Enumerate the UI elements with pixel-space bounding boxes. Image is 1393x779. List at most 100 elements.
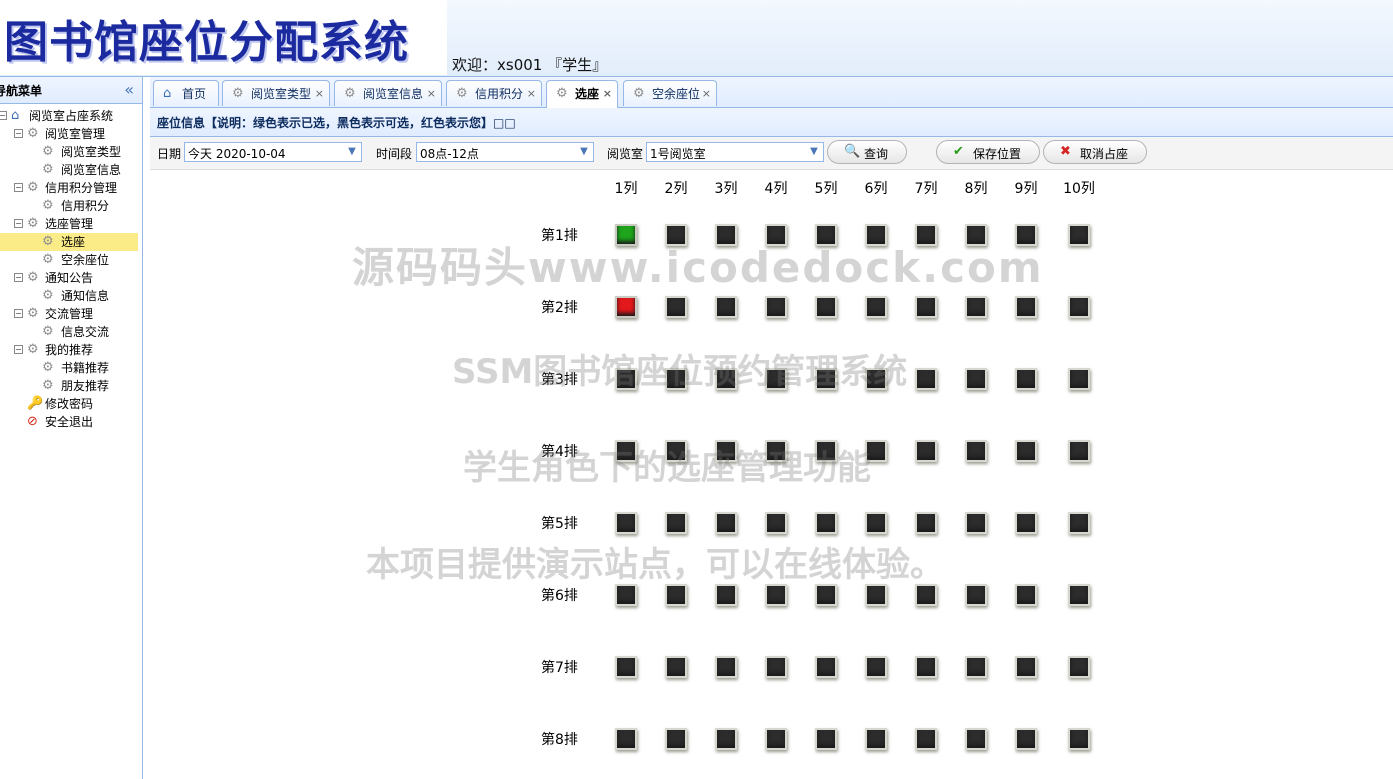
- seat-cell[interactable]: [965, 728, 987, 750]
- tab[interactable]: ⚙ 空余座位 ×: [623, 80, 717, 106]
- seat-cell[interactable]: [1015, 512, 1037, 534]
- seat-cell[interactable]: [765, 296, 787, 318]
- seat-cell[interactable]: [1068, 728, 1090, 750]
- seat-cell[interactable]: [765, 224, 787, 246]
- seat-cell[interactable]: [615, 512, 637, 534]
- seat-cell[interactable]: [615, 224, 637, 246]
- sidebar-item[interactable]: − ⚙ 我的推荐: [0, 341, 142, 359]
- sidebar-item[interactable]: ⚙ 朋友推荐: [0, 377, 142, 395]
- seat-cell[interactable]: [615, 656, 637, 678]
- seat-cell[interactable]: [615, 296, 637, 318]
- seat-cell[interactable]: [865, 584, 887, 606]
- sidebar-item[interactable]: ⚙ 信息交流: [0, 323, 142, 341]
- sidebar-item[interactable]: − ⚙ 信用积分管理: [0, 179, 142, 197]
- seat-cell[interactable]: [815, 296, 837, 318]
- sidebar-item[interactable]: ⚙ 阅览室类型: [0, 143, 142, 161]
- seat-cell[interactable]: [665, 512, 687, 534]
- seat-cell[interactable]: [815, 728, 837, 750]
- seat-cell[interactable]: [765, 728, 787, 750]
- seat-cell[interactable]: [865, 224, 887, 246]
- sidebar-item[interactable]: ⊘ 安全退出: [0, 413, 142, 431]
- seat-cell[interactable]: [915, 584, 937, 606]
- time-select[interactable]: 08点-12点 ▼: [416, 142, 594, 162]
- seat-cell[interactable]: [665, 584, 687, 606]
- tree-collapse-toggle[interactable]: −: [14, 309, 23, 318]
- seat-cell[interactable]: [815, 440, 837, 462]
- sidebar-item[interactable]: ⚙ 阅览室信息: [0, 161, 142, 179]
- cancel-seat-button[interactable]: ✖ 取消占座: [1043, 140, 1147, 164]
- seat-cell[interactable]: [1068, 656, 1090, 678]
- seat-cell[interactable]: [1015, 368, 1037, 390]
- seat-cell[interactable]: [1068, 368, 1090, 390]
- seat-cell[interactable]: [865, 512, 887, 534]
- seat-cell[interactable]: [865, 368, 887, 390]
- seat-cell[interactable]: [915, 296, 937, 318]
- seat-cell[interactable]: [715, 728, 737, 750]
- tab[interactable]: ⚙ 选座 ×: [546, 80, 618, 108]
- seat-cell[interactable]: [665, 656, 687, 678]
- seat-cell[interactable]: [815, 224, 837, 246]
- chevron-down-icon[interactable]: ▼: [575, 143, 593, 161]
- seat-cell[interactable]: [715, 368, 737, 390]
- seat-cell[interactable]: [615, 440, 637, 462]
- seat-cell[interactable]: [915, 224, 937, 246]
- tree-collapse-toggle[interactable]: −: [14, 345, 23, 354]
- seat-cell[interactable]: [965, 584, 987, 606]
- seat-cell[interactable]: [1068, 296, 1090, 318]
- seat-cell[interactable]: [665, 440, 687, 462]
- tab[interactable]: ⚙ 阅览室类型 ×: [222, 80, 330, 106]
- sidebar-item[interactable]: ⚙ 信用积分: [0, 197, 142, 215]
- seat-cell[interactable]: [815, 656, 837, 678]
- seat-cell[interactable]: [915, 728, 937, 750]
- seat-cell[interactable]: [665, 296, 687, 318]
- seat-cell[interactable]: [665, 368, 687, 390]
- seat-cell[interactable]: [1015, 296, 1037, 318]
- date-select[interactable]: 今天 2020-10-04 ▼: [184, 142, 362, 162]
- sidebar-item[interactable]: 🔑 修改密码: [0, 395, 142, 413]
- sidebar-item[interactable]: ⚙ 通知信息: [0, 287, 142, 305]
- seat-cell[interactable]: [1068, 512, 1090, 534]
- seat-cell[interactable]: [715, 224, 737, 246]
- sidebar-item[interactable]: − ⚙ 选座管理: [0, 215, 142, 233]
- seat-cell[interactable]: [615, 368, 637, 390]
- seat-cell[interactable]: [965, 512, 987, 534]
- seat-cell[interactable]: [865, 440, 887, 462]
- seat-cell[interactable]: [665, 224, 687, 246]
- seat-cell[interactable]: [1068, 440, 1090, 462]
- room-select[interactable]: 1号阅览室 ▼: [646, 142, 824, 162]
- seat-cell[interactable]: [1015, 440, 1037, 462]
- tab[interactable]: ⚙ 阅览室信息 ×: [334, 80, 442, 106]
- double-chevron-left-icon[interactable]: «: [124, 80, 134, 99]
- seat-cell[interactable]: [815, 584, 837, 606]
- chevron-down-icon[interactable]: ▼: [805, 143, 823, 161]
- sidebar-item[interactable]: ⚙ 空余座位: [0, 251, 142, 269]
- seat-cell[interactable]: [1015, 656, 1037, 678]
- search-button[interactable]: 🔍 查询: [827, 140, 907, 164]
- close-icon[interactable]: ×: [315, 81, 324, 107]
- seat-cell[interactable]: [765, 584, 787, 606]
- sidebar-item[interactable]: − ⚙ 阅览室管理: [0, 125, 142, 143]
- seat-cell[interactable]: [815, 512, 837, 534]
- seat-cell[interactable]: [965, 224, 987, 246]
- seat-cell[interactable]: [715, 584, 737, 606]
- seat-cell[interactable]: [965, 656, 987, 678]
- seat-cell[interactable]: [1015, 728, 1037, 750]
- sidebar-item[interactable]: − ⚙ 交流管理: [0, 305, 142, 323]
- sidebar-item[interactable]: ⚙ 书籍推荐: [0, 359, 142, 377]
- seat-cell[interactable]: [865, 296, 887, 318]
- seat-cell[interactable]: [965, 440, 987, 462]
- sidebar-item[interactable]: − ⌂ 阅览室占座系统: [0, 107, 142, 125]
- tab[interactable]: ⚙ 信用积分 ×: [446, 80, 542, 106]
- seat-cell[interactable]: [665, 728, 687, 750]
- seat-cell[interactable]: [1068, 224, 1090, 246]
- seat-cell[interactable]: [765, 656, 787, 678]
- seat-cell[interactable]: [765, 368, 787, 390]
- seat-cell[interactable]: [915, 368, 937, 390]
- tab[interactable]: ⌂ 首页: [153, 80, 219, 106]
- seat-cell[interactable]: [915, 512, 937, 534]
- chevron-down-icon[interactable]: ▼: [343, 143, 361, 161]
- seat-cell[interactable]: [1015, 224, 1037, 246]
- seat-cell[interactable]: [715, 656, 737, 678]
- seat-cell[interactable]: [915, 656, 937, 678]
- seat-cell[interactable]: [915, 440, 937, 462]
